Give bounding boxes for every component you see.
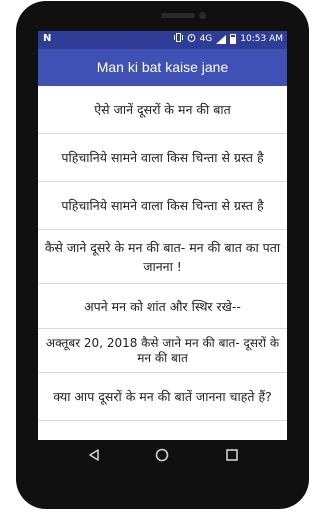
- recents-button[interactable]: [224, 447, 240, 463]
- list-item[interactable]: पहिचानिये सामने वाला किस चिन्ता से ग्रस्…: [38, 182, 287, 230]
- signal-icon: [216, 34, 227, 44]
- status-bar: N 4G 10:53 AM: [38, 31, 287, 49]
- vibrate-icon: [173, 33, 183, 45]
- list-item[interactable]: ऐसे जानें दूसरों के मन की बात: [38, 86, 287, 134]
- navigation-bar: [38, 440, 287, 470]
- app-bar-title: Man ki bat kaise jane: [38, 49, 287, 86]
- front-camera: [199, 12, 206, 19]
- list-item[interactable]: पहिचानिये सामने वाला किस चिन्ता से ग्रस्…: [38, 134, 287, 182]
- battery-icon: [230, 34, 237, 44]
- notification-n-icon: N: [43, 33, 52, 44]
- phone-frame: N 4G 10:53 AM Man ki bat kaise jane ऐसे …: [0, 0, 325, 512]
- speaker-grill: [161, 13, 195, 18]
- back-button[interactable]: [86, 447, 102, 463]
- list-item[interactable]: कैसे जाने दूसरे के मन की बात- मन की बात …: [38, 230, 287, 284]
- screen: N 4G 10:53 AM Man ki bat kaise jane ऐसे …: [38, 31, 287, 440]
- home-button[interactable]: [154, 447, 170, 463]
- status-icons: 4G 10:53 AM: [173, 33, 283, 45]
- network-type-label: 4G: [199, 34, 213, 44]
- back-icon: [89, 449, 99, 461]
- list-item[interactable]: अपने मन को शांत और स्थिर रखे--: [38, 284, 287, 329]
- alarm-icon: [187, 33, 196, 45]
- article-list: ऐसे जानें दूसरों के मन की बात पहिचानिये …: [38, 86, 287, 440]
- home-icon: [155, 448, 169, 462]
- list-item[interactable]: क्या आप दूसरों के मन की बातें जानना चाहत…: [38, 373, 287, 421]
- clock: 10:53 AM: [240, 34, 283, 44]
- recents-icon: [226, 449, 238, 461]
- list-item[interactable]: अक्तूबर 20, 2018 कैसे जाने मन की बात- दू…: [38, 329, 287, 373]
